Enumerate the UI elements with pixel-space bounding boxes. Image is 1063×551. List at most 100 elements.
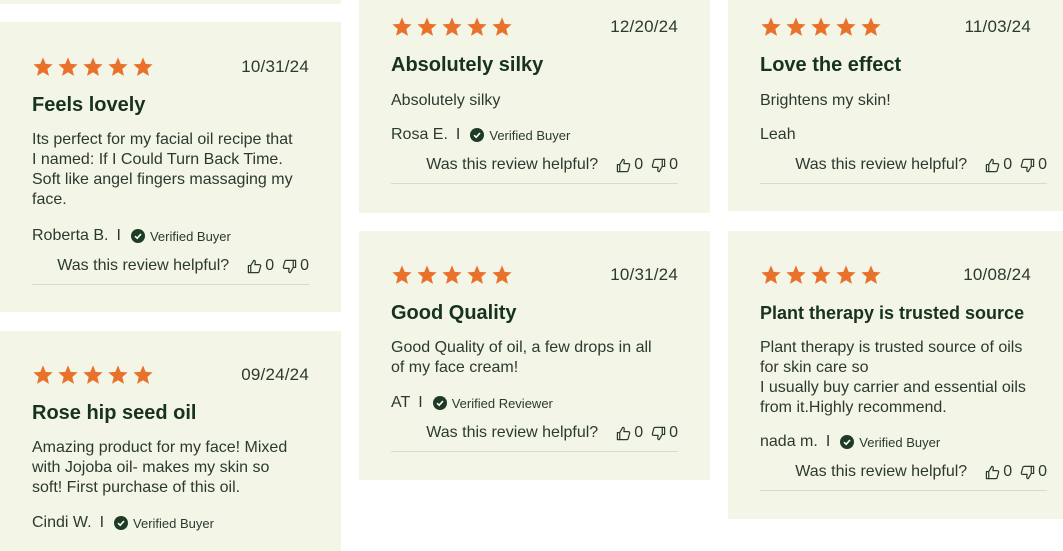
review-body-line: I named: If I Could Turn Back Time. [32,151,283,168]
reviewer-name: Rosa E. [391,126,448,143]
thumbs-down-button[interactable]: 0 [282,257,309,275]
thumbs-up-button[interactable]: 0 [985,463,1012,481]
review-body-line: Good Quality of oil, a few drops in all [391,339,652,356]
review-date: 12/20/24 [610,17,678,36]
thumbs-up-button[interactable]: 0 [247,257,274,275]
star-icon [466,16,488,38]
thumbs-up-button[interactable]: 0 [616,156,643,174]
star-rating [760,16,882,38]
review-body-line: Absolutely silky [391,92,501,109]
review-date: 09/24/24 [241,365,309,384]
review-date: 11/03/24 [964,17,1031,36]
star-icon [416,16,438,38]
upvote-count: 0 [1003,156,1013,173]
helpful-question: Was this review helpful? [426,156,599,173]
helpful-question: Was this review helpful? [795,156,968,173]
star-icon [391,16,413,38]
separator: I [418,394,423,411]
verified-badge: Verified Reviewer [451,395,553,411]
star-icon [760,16,782,38]
thumbs-down-button[interactable]: 0 [1020,463,1047,481]
helpful-question: Was this review helpful? [57,257,230,274]
review-body: Good Quality of oil, a few drops in all … [391,338,686,378]
review-body-line: I usually buy carrier and essential oils [760,379,1026,396]
review-title: Rose hip seed oil [32,402,197,424]
helpful-question: Was this review helpful? [426,424,599,441]
star-icon [835,16,857,38]
review-body-line: for skin care so [760,359,869,376]
star-icon [860,16,882,38]
star-icon [57,364,79,386]
separator: I [455,126,461,143]
review-body-line: with Jojoba oil- makes my skin so [32,459,270,476]
review-date: 10/31/24 [610,265,678,284]
verified-badge: Verified Buyer [133,515,214,531]
review-body-line: Soft like angel fingers massaging my [32,171,293,188]
thumbs-up-button[interactable]: 0 [616,424,643,442]
reviewer-name: AT [391,394,411,411]
separator: I [825,433,831,450]
thumbs-up-icon [985,158,1003,173]
review-author-row: Cindi W. I Verified Buyer [32,514,321,532]
verified-check-icon [432,396,447,410]
helpful-question: Was this review helpful? [795,463,968,480]
review-author-row: nada m. I Verified Buyer [760,433,1043,451]
review-body-line: from it.Highly recommend. [760,399,947,416]
star-icon [391,264,413,286]
review-card: 09/24/24 Rose hip seed oil Amazing produ… [0,331,341,551]
star-rating [32,364,154,386]
star-icon [132,56,154,78]
star-icon [491,16,513,38]
review-card: 10/31/24 Feels lovely Its perfect for my… [0,22,341,312]
verified-check-icon [470,128,485,142]
star-icon [107,364,129,386]
thumbs-down-button[interactable]: 0 [1020,156,1047,174]
star-icon [441,264,463,286]
star-icon [32,364,54,386]
star-icon [466,264,488,286]
verified-badge: Verified Buyer [489,127,571,143]
downvote-count: 0 [669,424,678,441]
star-icon [416,264,438,286]
reviewer-name: Roberta B. [32,227,109,244]
reviewer-name: nada m. [760,433,818,450]
review-body-line: of my face cream! [391,359,519,376]
thumbs-up-icon [616,426,634,441]
star-icon [835,264,857,286]
thumbs-up-icon [247,259,265,274]
star-icon [32,56,54,78]
star-rating [391,16,513,38]
thumbs-down-icon [1020,158,1038,173]
review-date: 10/08/24 [963,265,1031,284]
star-rating [32,56,154,78]
review-title: Plant therapy is trusted source [760,303,1025,323]
review-body-line: face. [32,191,67,208]
review-body: Absolutely silky [391,91,686,111]
review-author-row: Roberta B. I Verified Buyer [32,227,321,245]
thumbs-up-icon [985,465,1003,480]
review-author-row: Rosa E. I Verified Buyer [391,126,690,144]
star-icon [107,56,129,78]
review-body: Brightens my skin! [760,91,1039,111]
reviewer-name: Leah [760,126,796,143]
review-card: 10/31/24 Good Quality Good Quality of oi… [359,231,710,480]
downvote-count: 0 [1038,156,1047,173]
review-author-row: AT I Verified Reviewer [391,394,690,412]
star-icon [441,16,463,38]
review-body-line: Its perfect for my facial oil recipe tha… [32,131,293,148]
star-icon [810,16,832,38]
helpful-row: Was this review helpful? 0 0 [760,463,1047,491]
upvote-count: 0 [634,424,644,441]
verified-check-icon [114,516,129,530]
review-body-line: Amazing product for my face! Mixed [32,439,288,456]
thumbs-down-icon [282,259,300,274]
thumbs-down-button[interactable]: 0 [651,424,678,442]
downvote-count: 0 [669,156,678,173]
helpful-row: Was this review helpful? 0 0 [32,257,309,285]
review-title: Feels lovely [32,94,146,116]
thumbs-up-button[interactable]: 0 [985,156,1012,174]
star-icon [860,264,882,286]
helpful-row: Was this review helpful? 0 0 [760,156,1047,184]
thumbs-down-button[interactable]: 0 [651,156,678,174]
review-body-line: Brightens my skin! [760,92,891,109]
